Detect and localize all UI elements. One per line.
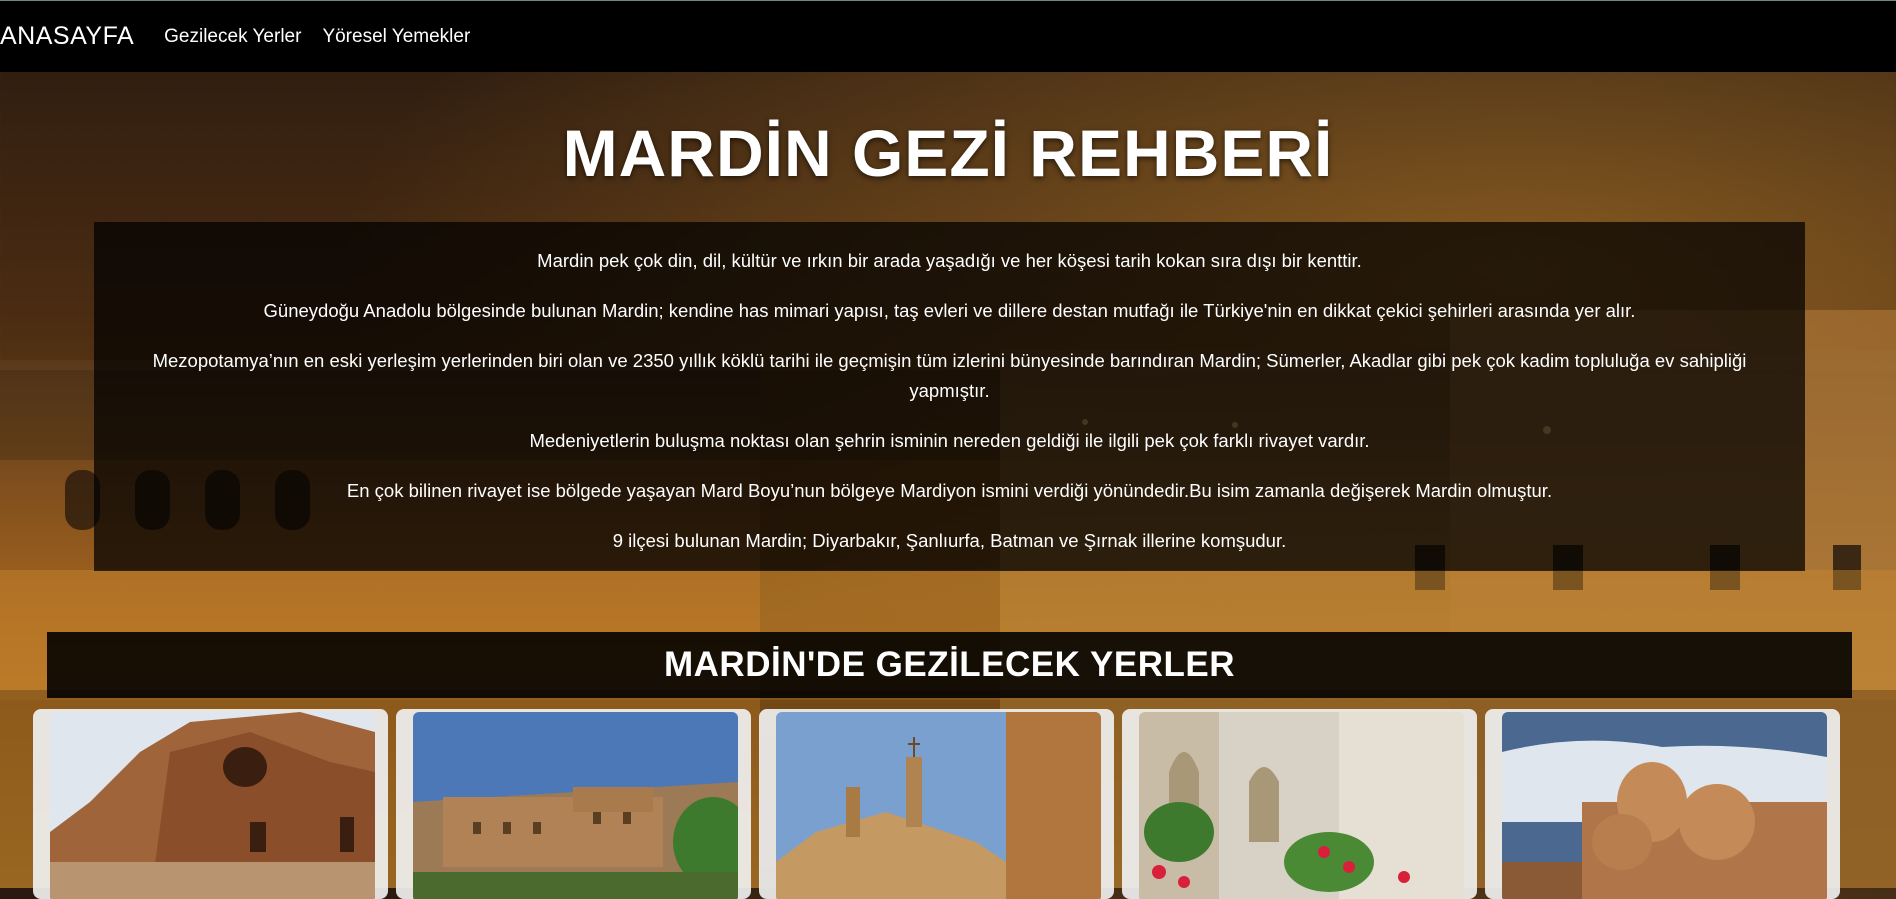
rock-cave-dwellings-photo bbox=[50, 712, 375, 899]
domed-mosque-photo bbox=[1502, 712, 1827, 899]
places-section-title: MARDİN'DE GEZİLECEK YERLER bbox=[663, 645, 1235, 684]
intro-paragraph: Mezopotamya’nın en eski yerleşim yerleri… bbox=[152, 350, 1747, 401]
stone-monastery-photo bbox=[413, 712, 738, 899]
top-navbar: ANASAYFA Gezilecek Yerler Yöresel Yemekl… bbox=[0, 0, 1896, 72]
intro-paragraph: Medeniyetlerin buluşma noktası olan şehr… bbox=[529, 430, 1370, 451]
intro-paragraph: Mardin pek çok din, dil, kültür ve ırkın… bbox=[537, 250, 1362, 271]
places-section-header: MARDİN'DE GEZİLECEK YERLER bbox=[47, 632, 1852, 698]
intro-paragraph: En çok bilinen rivayet ise bölgede yaşay… bbox=[346, 480, 1553, 501]
place-card[interactable] bbox=[1122, 709, 1477, 899]
page-title: MARDİN GEZİ REHBERİ bbox=[562, 116, 1334, 190]
place-card[interactable] bbox=[759, 709, 1114, 899]
places-card-row bbox=[33, 709, 1873, 899]
place-card[interactable] bbox=[33, 709, 388, 899]
intro-paragraph: Güneydoğu Anadolu bölgesinde bulunan Mar… bbox=[263, 300, 1636, 321]
church-bell-tower-photo bbox=[776, 712, 1101, 899]
courtyard-garden-photo bbox=[1139, 712, 1464, 899]
nav-link-places[interactable]: Gezilecek Yerler bbox=[164, 26, 301, 48]
nav-link-local-foods[interactable]: Yöresel Yemekler bbox=[322, 26, 470, 48]
intro-text-box: Mardin pek çok din, dil, kültür ve ırkın… bbox=[94, 222, 1805, 571]
place-card[interactable] bbox=[396, 709, 751, 899]
intro-paragraph: 9 ilçesi bulunan Mardin; Diyarbakır, Şan… bbox=[612, 530, 1287, 551]
place-card[interactable] bbox=[1485, 709, 1840, 899]
nav-home-link[interactable]: ANASAYFA bbox=[0, 22, 134, 51]
